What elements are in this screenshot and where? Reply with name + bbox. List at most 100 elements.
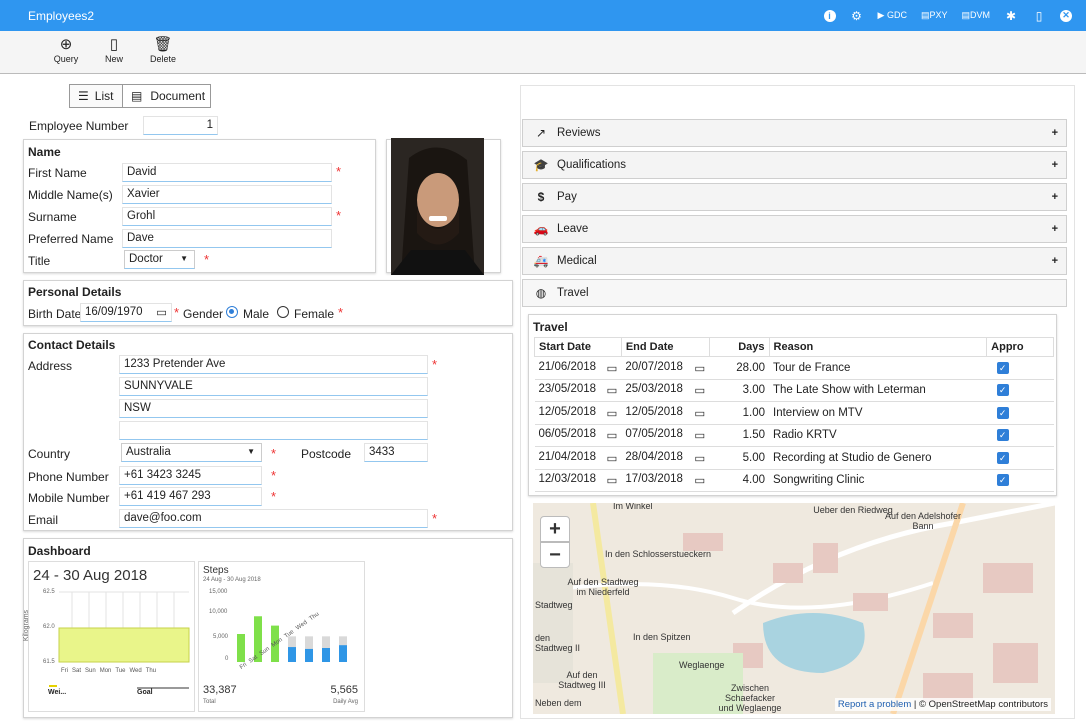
tab-document[interactable]: ▤ Document bbox=[122, 84, 211, 108]
info-icon[interactable]: i bbox=[823, 9, 836, 22]
expand-plus-icon[interactable]: + bbox=[1052, 159, 1058, 171]
start-date-cell[interactable]: 21/04/2018 ▭ bbox=[534, 446, 622, 470]
expand-plus-icon[interactable]: + bbox=[1052, 127, 1058, 139]
calendar-icon[interactable]: ▭ bbox=[694, 451, 705, 465]
query-button[interactable]: ⊕ Query bbox=[43, 36, 89, 64]
approved-checkbox[interactable]: ✓ bbox=[996, 474, 1009, 487]
column-header-reason[interactable]: Reason bbox=[768, 337, 988, 357]
reason-cell[interactable]: Interview on MTV bbox=[769, 401, 987, 425]
end-date-cell[interactable]: 12/05/2018 ▭ bbox=[621, 401, 710, 425]
reason-cell[interactable]: The Late Show with Leterman bbox=[769, 379, 987, 402]
accordion-medical[interactable]: 🚑 Medical + bbox=[522, 247, 1067, 275]
approved-cell[interactable]: ✓ bbox=[986, 401, 1054, 425]
title-select[interactable]: Doctor ▼ bbox=[124, 250, 195, 269]
days-cell[interactable]: 28.00 bbox=[709, 356, 770, 380]
weight-chart[interactable]: 24 - 30 Aug 2018 Kilograms 62.5 62.0 61.… bbox=[23, 561, 195, 712]
table-row[interactable]: 06/05/2018 ▭ 07/05/2018 ▭ 1.50 Radio KRTV ✓ bbox=[534, 424, 1054, 447]
expand-plus-icon[interactable]: + bbox=[1052, 255, 1058, 267]
calendar-icon[interactable]: ▭ bbox=[606, 406, 617, 420]
employee-number-input[interactable]: 1 bbox=[143, 116, 218, 135]
calendar-icon[interactable]: ▭ bbox=[694, 361, 705, 375]
approved-checkbox[interactable]: ✓ bbox=[996, 384, 1009, 397]
mobile-number-input[interactable]: +61 419 467 293 bbox=[119, 487, 262, 506]
first-name-input[interactable]: David bbox=[122, 163, 332, 182]
gender-female-radio[interactable] bbox=[277, 306, 289, 318]
chip-icon[interactable]: ⚙ bbox=[850, 9, 864, 23]
reason-cell[interactable]: Radio KRTV bbox=[769, 424, 987, 447]
settings-gear-icon[interactable]: ✱ bbox=[1004, 9, 1018, 23]
start-date-cell[interactable]: 06/05/2018 ▭ bbox=[534, 424, 622, 447]
end-date-cell[interactable]: 20/07/2018 ▭ bbox=[621, 356, 710, 380]
calendar-icon[interactable]: ▭ bbox=[694, 473, 705, 487]
address-line-3-input[interactable]: NSW bbox=[119, 399, 428, 418]
column-header-days[interactable]: Days bbox=[708, 337, 770, 357]
days-cell[interactable]: 1.50 bbox=[709, 424, 770, 447]
days-cell[interactable]: 5.00 bbox=[709, 446, 770, 470]
address-line-4-input[interactable] bbox=[119, 421, 428, 440]
column-header-end[interactable]: End Date bbox=[620, 337, 710, 357]
start-date-cell[interactable]: 21/06/2018 ▭ bbox=[534, 356, 622, 380]
reason-cell[interactable]: Recording at Studio de Genero bbox=[769, 446, 987, 470]
tab-list[interactable]: ☰ List bbox=[69, 84, 122, 108]
dvm-button[interactable]: ▤DVM bbox=[961, 10, 990, 21]
end-date-cell[interactable]: 17/03/2018 ▭ bbox=[621, 469, 710, 492]
calendar-icon[interactable]: ▭ bbox=[694, 406, 705, 420]
start-date-cell[interactable]: 23/05/2018 ▭ bbox=[534, 379, 622, 402]
approved-cell[interactable]: ✓ bbox=[986, 469, 1054, 492]
new-button[interactable]: ▯ New bbox=[91, 36, 137, 64]
birth-date-input[interactable]: 16/09/1970 ▭ bbox=[80, 303, 172, 322]
calendar-icon[interactable]: ▭ bbox=[606, 428, 617, 442]
expand-plus-icon[interactable]: + bbox=[1052, 191, 1058, 203]
calendar-icon[interactable]: ▭ bbox=[606, 361, 617, 375]
table-row[interactable]: 12/05/2018 ▭ 12/05/2018 ▭ 1.00 Interview on M… bbox=[534, 401, 1054, 425]
steps-chart[interactable]: Steps 24 Aug - 30 Aug 2018 15,000 10,000… bbox=[198, 561, 365, 712]
days-cell[interactable]: 1.00 bbox=[709, 401, 770, 425]
end-date-cell[interactable]: 25/03/2018 ▭ bbox=[621, 379, 710, 402]
approved-checkbox[interactable]: ✓ bbox=[996, 429, 1009, 442]
table-row[interactable]: 23/05/2018 ▭ 25/03/2018 ▭ 3.00 The Late Show … bbox=[534, 379, 1054, 402]
start-date-cell[interactable]: 12/05/2018 ▭ bbox=[534, 401, 622, 425]
end-date-cell[interactable]: 28/04/2018 ▭ bbox=[621, 446, 710, 470]
approved-checkbox[interactable]: ✓ bbox=[996, 451, 1009, 464]
approved-checkbox[interactable]: ✓ bbox=[996, 361, 1009, 374]
preferred-name-input[interactable]: Dave bbox=[122, 229, 332, 248]
zoom-in-button[interactable]: + bbox=[540, 516, 570, 542]
gender-male-radio[interactable] bbox=[226, 306, 238, 318]
gdc-button[interactable]: ▶ GDC bbox=[878, 10, 907, 21]
surname-input[interactable]: Grohl bbox=[122, 207, 332, 226]
accordion-qualifications[interactable]: 🎓 Qualifications + bbox=[522, 151, 1067, 179]
expand-plus-icon[interactable]: + bbox=[1052, 223, 1058, 235]
approved-cell[interactable]: ✓ bbox=[986, 379, 1054, 402]
start-date-cell[interactable]: 12/03/2018 ▭ bbox=[534, 469, 622, 492]
calendar-icon[interactable]: ▭ bbox=[156, 305, 167, 319]
accordion-leave[interactable]: 🚗 Leave + bbox=[522, 215, 1067, 243]
calendar-icon[interactable]: ▭ bbox=[606, 383, 617, 397]
map[interactable]: Im Winkel Ueber den Riedweg Auf den Adel… bbox=[533, 503, 1055, 714]
approved-cell[interactable]: ✓ bbox=[986, 424, 1054, 447]
zoom-out-button[interactable]: − bbox=[540, 542, 570, 568]
accordion-reviews[interactable]: ↗ Reviews + bbox=[522, 119, 1067, 147]
column-header-start[interactable]: Start Date bbox=[534, 337, 622, 357]
postcode-input[interactable]: 3433 bbox=[364, 443, 428, 462]
end-date-cell[interactable]: 07/05/2018 ▭ bbox=[621, 424, 710, 447]
calendar-icon[interactable]: ▭ bbox=[606, 451, 617, 465]
close-icon[interactable]: ✕ bbox=[1060, 9, 1072, 22]
days-cell[interactable]: 3.00 bbox=[709, 379, 770, 402]
reason-cell[interactable]: Tour de France bbox=[769, 356, 987, 380]
accordion-travel[interactable]: ◍ Travel bbox=[522, 279, 1067, 307]
approved-cell[interactable]: ✓ bbox=[986, 446, 1054, 470]
bookmark-icon[interactable]: ▯ bbox=[1032, 9, 1046, 23]
email-input[interactable]: dave@foo.com bbox=[119, 509, 428, 528]
country-select[interactable]: Australia ▼ bbox=[121, 443, 262, 462]
table-row[interactable]: 21/04/2018 ▭ 28/04/2018 ▭ 5.00 Recording at S… bbox=[534, 446, 1054, 470]
report-problem-link[interactable]: Report a problem bbox=[838, 699, 911, 710]
calendar-icon[interactable]: ▭ bbox=[694, 428, 705, 442]
address-line-1-input[interactable]: 1233 Pretender Ave bbox=[119, 355, 428, 374]
calendar-icon[interactable]: ▭ bbox=[606, 473, 617, 487]
pxy-button[interactable]: ▤PXY bbox=[921, 10, 948, 21]
address-line-2-input[interactable]: SUNNYVALE bbox=[119, 377, 428, 396]
approved-cell[interactable]: ✓ bbox=[986, 356, 1054, 380]
phone-number-input[interactable]: +61 3423 3245 bbox=[119, 466, 262, 485]
approved-checkbox[interactable]: ✓ bbox=[996, 406, 1009, 419]
column-header-approved[interactable]: Appro bbox=[986, 337, 1054, 357]
